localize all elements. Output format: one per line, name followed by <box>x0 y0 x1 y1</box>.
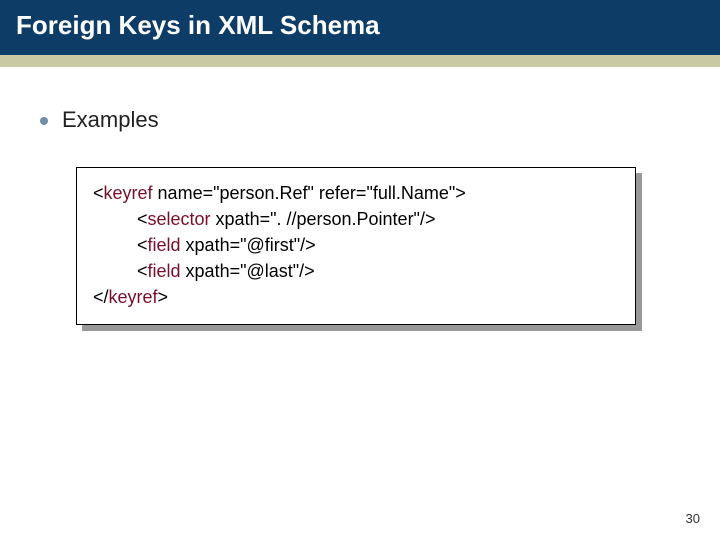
page-number: 30 <box>686 511 700 526</box>
code-line-3: <field xpath="@first"/> <box>93 232 619 258</box>
keyword-keyref: keyref <box>104 183 153 203</box>
code-line-5: </keyref> <box>93 284 619 310</box>
bullet-text: Examples <box>62 107 159 133</box>
title-band: Foreign Keys in XML Schema <box>0 0 720 55</box>
code-example: <keyref name="person.Ref" refer="full.Na… <box>76 167 636 325</box>
keyword-field: field <box>148 235 181 255</box>
keyword-field: field <box>148 261 181 281</box>
code-box: <keyref name="person.Ref" refer="full.Na… <box>76 167 636 325</box>
code-line-4: <field xpath="@last"/> <box>93 258 619 284</box>
code-line-2: <selector xpath=". //person.Pointer"/> <box>93 206 619 232</box>
code-line-1: <keyref name="person.Ref" refer="full.Na… <box>93 180 619 206</box>
bullet-icon <box>40 117 48 125</box>
bullet-item: Examples <box>40 107 680 133</box>
slide: Foreign Keys in XML Schema Examples <key… <box>0 0 720 540</box>
keyword-keyref-close: keyref <box>109 287 158 307</box>
slide-body: Examples <keyref name="person.Ref" refer… <box>0 67 720 325</box>
accent-band <box>0 55 720 67</box>
keyword-selector: selector <box>148 209 211 229</box>
slide-title: Foreign Keys in XML Schema <box>16 10 704 41</box>
